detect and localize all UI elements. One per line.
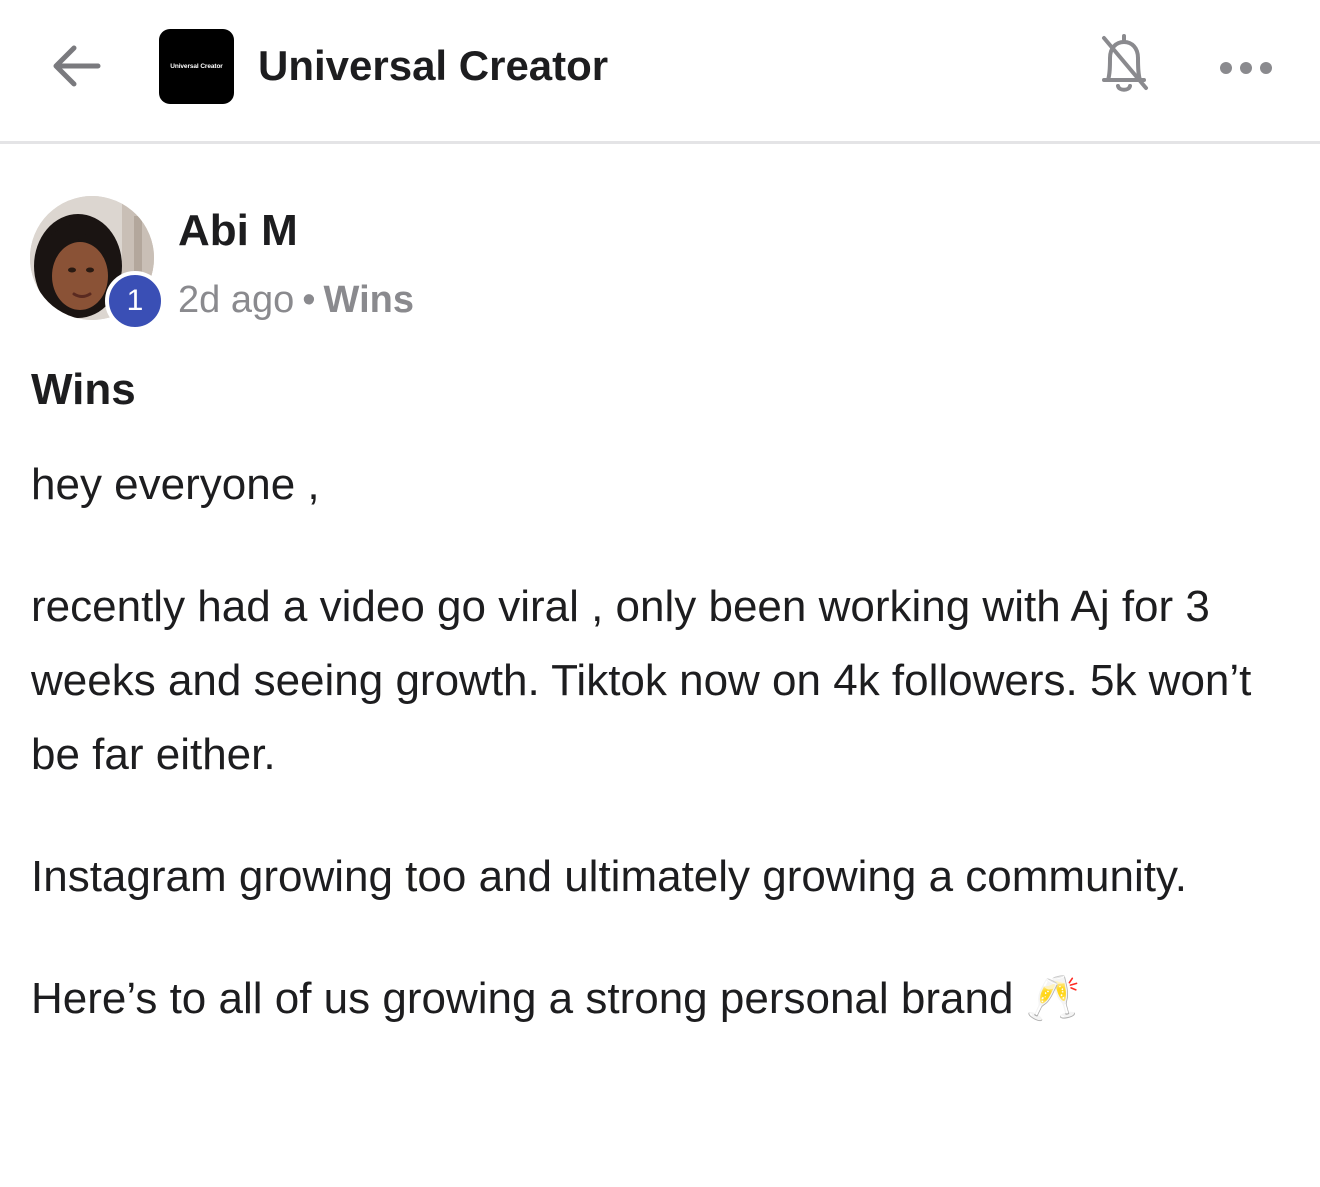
group-title[interactable]: Universal Creator [258, 40, 608, 92]
more-dot-icon [1260, 62, 1272, 74]
meta-separator: • [302, 279, 316, 321]
post-paragraph: hey everyone , [31, 460, 320, 509]
group-logo-text: Universal Creator [170, 63, 223, 70]
post-title: Wins [31, 365, 136, 414]
arrow-left-icon [53, 45, 101, 87]
group-logo[interactable]: Universal Creator [159, 29, 234, 104]
more-dot-icon [1240, 62, 1252, 74]
post-meta: 2d ago • Wins [178, 276, 414, 324]
bell-off-icon [1102, 34, 1148, 92]
post-paragraph: Here’s to all of us growing a strong per… [31, 974, 1081, 1023]
post-detail-screen: Universal Creator Universal Creator 1 Ab… [0, 0, 1320, 1187]
back-button[interactable] [44, 36, 108, 96]
author-name[interactable]: Abi M [178, 204, 298, 258]
notifications-toggle-button[interactable] [1094, 28, 1154, 100]
top-bar: Universal Creator Universal Creator [0, 0, 1320, 144]
post-paragraph: Instagram growing too and ultimately gro… [31, 852, 1187, 901]
more-options-button[interactable] [1214, 48, 1278, 88]
post-timestamp: 2d ago [178, 279, 295, 321]
level-badge: 1 [105, 271, 165, 331]
post-category-link[interactable]: Wins [324, 279, 414, 321]
more-dot-icon [1220, 62, 1232, 74]
post-paragraph: recently had a video go viral , only bee… [31, 582, 1252, 779]
post-body: hey everyone , recently had a video go v… [31, 448, 1281, 1084]
